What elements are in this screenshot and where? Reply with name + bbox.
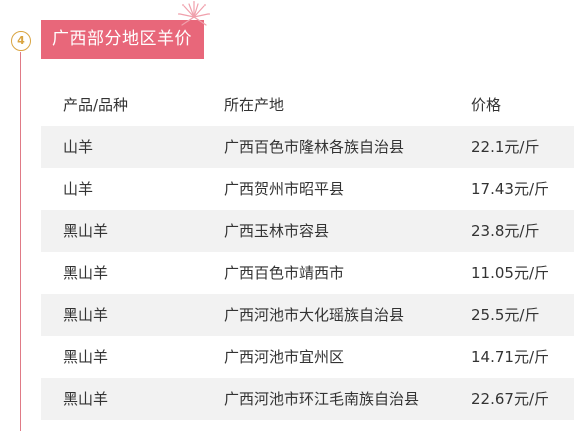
header-product: 产品/品种 [63, 96, 129, 114]
timeline-line [20, 52, 21, 431]
cell-product: 黑山羊 [63, 264, 109, 282]
cell-price: 25.5元/斤 [471, 306, 540, 324]
step-number-badge: 4 [11, 31, 31, 51]
header-price: 价格 [471, 96, 502, 114]
cell-product: 山羊 [63, 180, 94, 198]
cell-price: 22.1元/斤 [471, 138, 540, 156]
cell-origin: 广西百色市隆林各族自治县 [224, 138, 405, 156]
cell-price: 23.8元/斤 [471, 222, 540, 240]
cell-product: 黑山羊 [63, 348, 109, 366]
table-row: 黑山羊 广西百色市靖西市 11.05元/斤 [41, 252, 574, 294]
cell-origin: 广西贺州市昭平县 [224, 180, 345, 198]
table-row: 山羊 广西贺州市昭平县 17.43元/斤 [41, 168, 574, 210]
cell-product: 山羊 [63, 138, 94, 156]
cell-price: 17.43元/斤 [471, 180, 549, 198]
cell-origin: 广西河池市大化瑶族自治县 [224, 306, 405, 324]
price-table: 产品/品种 所在产地 价格 山羊 广西百色市隆林各族自治县 22.1元/斤 山羊… [41, 84, 574, 420]
cell-origin: 广西河池市环江毛南族自治县 [224, 390, 420, 408]
table-row: 黑山羊 广西玉林市容县 23.8元/斤 [41, 210, 574, 252]
cell-price: 22.67元/斤 [471, 390, 549, 408]
cell-product: 黑山羊 [63, 306, 109, 324]
firework-decoration-icon [178, 1, 210, 26]
table-header-row: 产品/品种 所在产地 价格 [41, 84, 574, 126]
cell-product: 黑山羊 [63, 222, 109, 240]
table-row: 黑山羊 广西河池市宜州区 14.71元/斤 [41, 336, 574, 378]
cell-price: 11.05元/斤 [471, 264, 549, 282]
cell-origin: 广西百色市靖西市 [224, 264, 345, 282]
cell-price: 14.71元/斤 [471, 348, 549, 366]
table-row: 山羊 广西百色市隆林各族自治县 22.1元/斤 [41, 126, 574, 168]
cell-product: 黑山羊 [63, 390, 109, 408]
header-origin: 所在产地 [224, 96, 285, 114]
table-row: 黑山羊 广西河池市环江毛南族自治县 22.67元/斤 [41, 378, 574, 420]
cell-origin: 广西河池市宜州区 [224, 348, 345, 366]
cell-origin: 广西玉林市容县 [224, 222, 330, 240]
table-row: 黑山羊 广西河池市大化瑶族自治县 25.5元/斤 [41, 294, 574, 336]
